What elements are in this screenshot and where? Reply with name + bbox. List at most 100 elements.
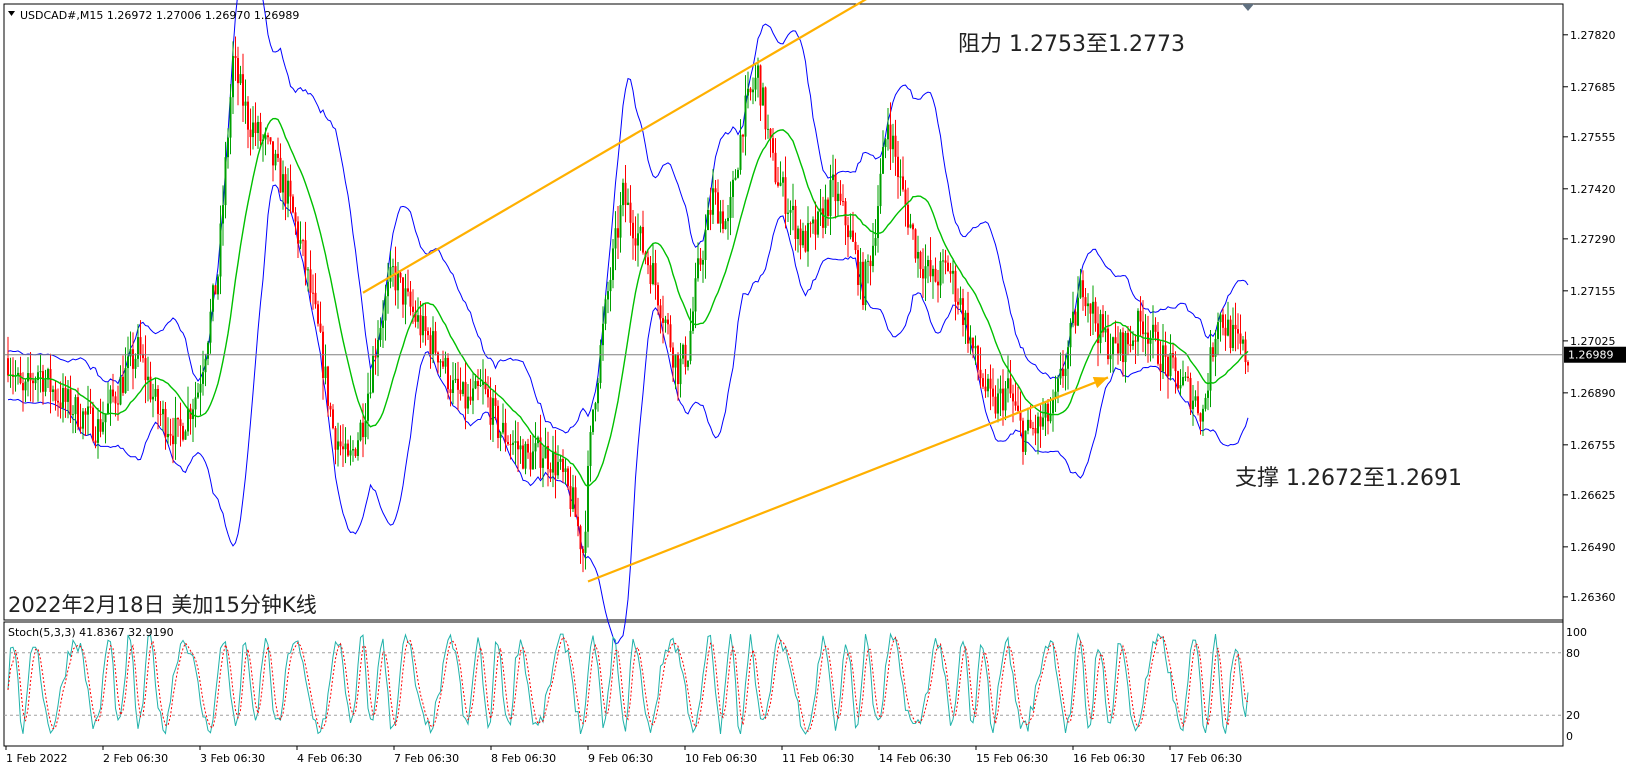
candle-body bbox=[472, 388, 474, 401]
candle-body bbox=[204, 358, 207, 373]
candle-body bbox=[639, 226, 642, 234]
candle-body bbox=[807, 223, 809, 252]
candle-body bbox=[604, 299, 607, 324]
candle-body bbox=[224, 157, 227, 206]
price-tick-label: 1.26360 bbox=[1570, 591, 1616, 604]
candle-body bbox=[697, 258, 699, 279]
candle-body bbox=[319, 323, 322, 332]
price-tick-label: 1.27420 bbox=[1570, 183, 1616, 196]
candle-body bbox=[854, 241, 857, 251]
candle-body bbox=[632, 222, 634, 239]
time-tick-label: 3 Feb 06:30 bbox=[200, 752, 265, 765]
time-tick-label: 2 Feb 06:30 bbox=[103, 752, 168, 765]
candle-body bbox=[274, 153, 277, 166]
candle-body bbox=[1194, 396, 1197, 401]
candle-body bbox=[909, 224, 912, 228]
candle-body bbox=[174, 417, 177, 445]
candle-body bbox=[417, 315, 419, 322]
candle-body bbox=[152, 396, 154, 400]
candle-body bbox=[1119, 332, 1122, 354]
candle-body bbox=[1067, 347, 1069, 369]
candle-body bbox=[57, 400, 59, 403]
time-tick-label: 4 Feb 06:30 bbox=[297, 752, 362, 765]
candle-body bbox=[887, 124, 889, 140]
candle-body bbox=[689, 330, 692, 361]
candle-body bbox=[1117, 343, 1119, 354]
candle-body bbox=[814, 219, 817, 235]
candle-body bbox=[307, 269, 309, 271]
candle-body bbox=[647, 257, 649, 266]
candle-body bbox=[894, 135, 897, 157]
candle-body bbox=[942, 260, 944, 262]
candle-body bbox=[699, 258, 702, 265]
candle-body bbox=[1007, 378, 1009, 389]
candle-body bbox=[984, 386, 987, 392]
candle-body bbox=[409, 291, 412, 307]
candle-body bbox=[507, 441, 509, 445]
candle-body bbox=[889, 124, 892, 150]
candle-body bbox=[832, 174, 834, 181]
candle-body bbox=[184, 431, 187, 440]
candle-body bbox=[209, 311, 212, 343]
candle-body bbox=[54, 389, 57, 401]
candle-body bbox=[419, 315, 422, 336]
candle-body bbox=[1129, 344, 1132, 346]
candle-body bbox=[1192, 400, 1194, 410]
candle-body bbox=[822, 208, 824, 228]
candle-body bbox=[582, 549, 584, 553]
candle-body bbox=[979, 369, 982, 379]
candle-body bbox=[1219, 314, 1222, 323]
candle-body bbox=[587, 465, 589, 532]
candle-body bbox=[19, 372, 22, 384]
candle-body bbox=[1109, 355, 1112, 360]
candle-body bbox=[1062, 368, 1064, 377]
candle-body bbox=[684, 344, 687, 367]
candle-body bbox=[772, 138, 774, 153]
candle-body bbox=[59, 402, 62, 408]
candle-body bbox=[662, 318, 664, 323]
candle-body bbox=[1169, 353, 1172, 377]
candle-body bbox=[249, 129, 252, 138]
candle-body bbox=[664, 319, 667, 323]
candle-body bbox=[1212, 347, 1214, 357]
candle-body bbox=[952, 270, 954, 274]
candle-body bbox=[1189, 378, 1192, 410]
candle-body bbox=[872, 245, 874, 267]
candle-body bbox=[569, 486, 572, 510]
candle-body bbox=[214, 285, 217, 295]
candle-body bbox=[574, 487, 577, 517]
candle-body bbox=[1114, 337, 1117, 344]
candle-body bbox=[127, 356, 129, 369]
candle-body bbox=[167, 433, 169, 438]
time-tick-label: 7 Feb 06:30 bbox=[394, 752, 459, 765]
candle-body bbox=[259, 121, 262, 142]
candle-body bbox=[529, 452, 532, 470]
candle-body bbox=[182, 425, 184, 440]
candle-body bbox=[974, 345, 977, 349]
candle-body bbox=[207, 342, 209, 359]
time-axis: 1 Feb 2022 2 Feb 06:30 3 Feb 06:30 4 Feb 06… bbox=[5, 746, 1242, 765]
candle-body bbox=[1214, 338, 1217, 357]
price-tick-label: 1.27025 bbox=[1570, 335, 1616, 348]
candle-body bbox=[107, 403, 109, 414]
candle-body bbox=[247, 101, 249, 130]
candle-body bbox=[1037, 416, 1039, 434]
candle-body bbox=[609, 279, 612, 292]
candle-body bbox=[749, 88, 752, 93]
candle-body bbox=[947, 262, 949, 272]
candle-body bbox=[1182, 376, 1184, 386]
candle-body bbox=[272, 141, 274, 166]
candle-body bbox=[554, 451, 557, 476]
candle-body bbox=[712, 188, 714, 215]
candle-body bbox=[162, 408, 164, 415]
candle-body bbox=[687, 360, 689, 367]
candle-body bbox=[1064, 368, 1067, 377]
candle-body bbox=[552, 451, 554, 473]
time-tick-label: 14 Feb 06:30 bbox=[879, 752, 951, 765]
candle-body bbox=[154, 388, 157, 397]
candle-body bbox=[1229, 319, 1232, 348]
candle-body bbox=[349, 450, 352, 456]
candle-body bbox=[882, 147, 884, 174]
stoch-level-label: 0 bbox=[1566, 730, 1573, 743]
candle-body bbox=[972, 337, 974, 349]
